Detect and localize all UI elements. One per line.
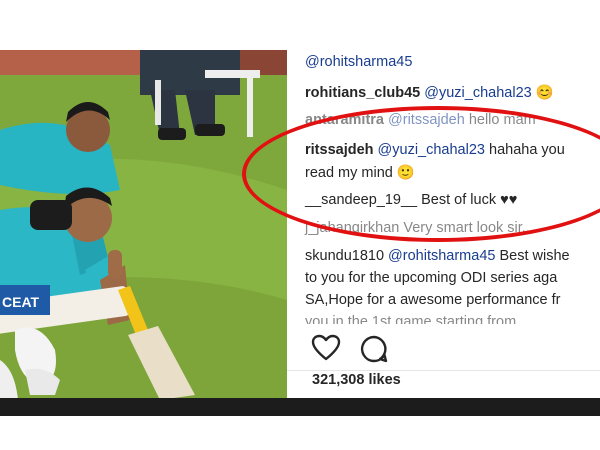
- caption-row: @rohitsharma45: [305, 54, 412, 70]
- comment-text: to you for the upcoming ODI series aga: [305, 270, 558, 286]
- bottom-bar: [0, 398, 600, 416]
- comment-row: rohitians_club45 @yuzi_chahal23 😊: [305, 84, 554, 101]
- comment-mention[interactable]: @rohitsharma45: [388, 248, 495, 264]
- comment-row: skundu1810 @rohitsharma45 Best wishe: [305, 248, 570, 264]
- bat-brand-text: CEAT: [2, 294, 40, 310]
- comment-continuation: SA,Hope for a awesome performance fr: [305, 292, 560, 308]
- comment-mention[interactable]: @yuzi_chahal23: [424, 85, 531, 101]
- comment-text: Best wishe: [499, 248, 570, 264]
- comment-text: you in the 1st game starting from: [305, 314, 517, 324]
- divider: [287, 370, 600, 371]
- caption-mention[interactable]: @rohitsharma45: [305, 54, 412, 70]
- comment-continuation: to you for the upcoming ODI series aga: [305, 270, 557, 286]
- heart-icon[interactable]: [311, 334, 341, 362]
- comment-text: SA,Hope for a awesome performance fr: [305, 292, 561, 308]
- comment-text: 😊: [535, 85, 554, 101]
- post-photo: CEAT: [0, 50, 287, 400]
- photo-illustration: CEAT: [0, 50, 287, 400]
- cut-off-text: ▔▔▔ ▔▔▔▔▔▔▔▔: [417, 50, 557, 55]
- comment-username[interactable]: skundu1810: [305, 248, 384, 264]
- comment-continuation-cut: you in the 1st game starting from: [305, 314, 516, 324]
- comment-username[interactable]: rohitians_club45: [305, 85, 420, 101]
- likes-count[interactable]: 321,308 likes: [312, 372, 401, 388]
- comment-icon[interactable]: [359, 334, 389, 364]
- screenshot-stage: CEAT ▔▔▔ ▔▔▔▔▔▔▔▔ @rohitsharma45 rohitia…: [0, 50, 600, 400]
